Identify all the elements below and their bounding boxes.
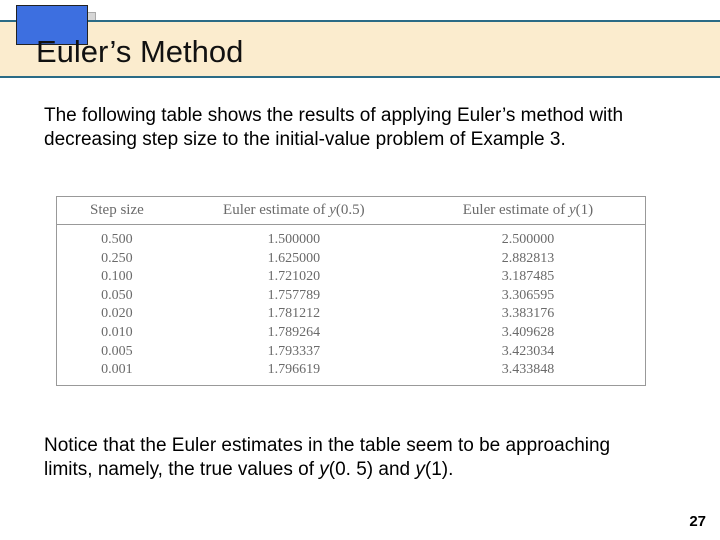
cell-y05: 1.721020 [177,268,411,287]
cell-y05: 1.500000 [177,225,411,250]
col-y05-arg: (0.5) [336,202,365,218]
euler-table: Step size Euler estimate of y(0.5) Euler… [56,196,646,386]
col-y05-prefix: Euler estimate of [223,202,329,218]
col-y1-var: y [569,202,576,218]
table-row: 0.0051.7933373.423034 [57,342,645,361]
intro-paragraph: The following table shows the results of… [44,104,640,152]
col-estimate-y05: Euler estimate of y(0.5) [177,197,411,225]
cell-y1: 3.383176 [411,305,645,324]
para2-y05-arg: (0. 5) [329,459,373,480]
col-y1-arg: (1) [576,202,594,218]
table-row: 0.5001.5000002.500000 [57,225,645,250]
cell-step: 0.050 [57,286,177,305]
para2-y1-var: y [415,459,425,480]
cell-y05: 1.781212 [177,305,411,324]
table-row: 0.0501.7577893.306595 [57,286,645,305]
cell-y1: 3.306595 [411,286,645,305]
cell-step: 0.010 [57,324,177,343]
col-step-size: Step size [57,197,177,225]
cell-y1: 3.433848 [411,361,645,385]
cell-step: 0.100 [57,268,177,287]
cell-step: 0.500 [57,225,177,250]
table-body: 0.5001.5000002.500000 0.2501.6250002.882… [57,225,645,386]
cell-y1: 2.500000 [411,225,645,250]
cell-step: 0.001 [57,361,177,385]
table-row: 0.0011.7966193.433848 [57,361,645,385]
para2-y05-var: y [319,459,329,480]
para2-and: and [373,459,415,480]
cell-y1: 2.882813 [411,249,645,268]
slide: Euler’s Method The following table shows… [0,0,720,540]
conclusion-paragraph: Notice that the Euler estimates in the t… [44,434,640,482]
cell-y05: 1.757789 [177,286,411,305]
cell-y05: 1.793337 [177,342,411,361]
cell-y1: 3.423034 [411,342,645,361]
cell-y1: 3.409628 [411,324,645,343]
cell-y1: 3.187485 [411,268,645,287]
table-row: 0.0201.7812123.383176 [57,305,645,324]
page-title: Euler’s Method [36,34,243,70]
table-row: 0.2501.6250002.882813 [57,249,645,268]
cell-y05: 1.789264 [177,324,411,343]
col-y1-prefix: Euler estimate of [463,202,569,218]
cell-y05: 1.796619 [177,361,411,385]
table-row: 0.1001.7210203.187485 [57,268,645,287]
cell-step: 0.250 [57,249,177,268]
para2-y1-arg: (1). [425,459,454,480]
table-row: 0.0101.7892643.409628 [57,324,645,343]
table-header-row: Step size Euler estimate of y(0.5) Euler… [57,197,645,225]
page-number: 27 [689,513,706,530]
cell-step: 0.020 [57,305,177,324]
cell-step: 0.005 [57,342,177,361]
cell-y05: 1.625000 [177,249,411,268]
col-y05-var: y [329,202,336,218]
col-estimate-y1: Euler estimate of y(1) [411,197,645,225]
